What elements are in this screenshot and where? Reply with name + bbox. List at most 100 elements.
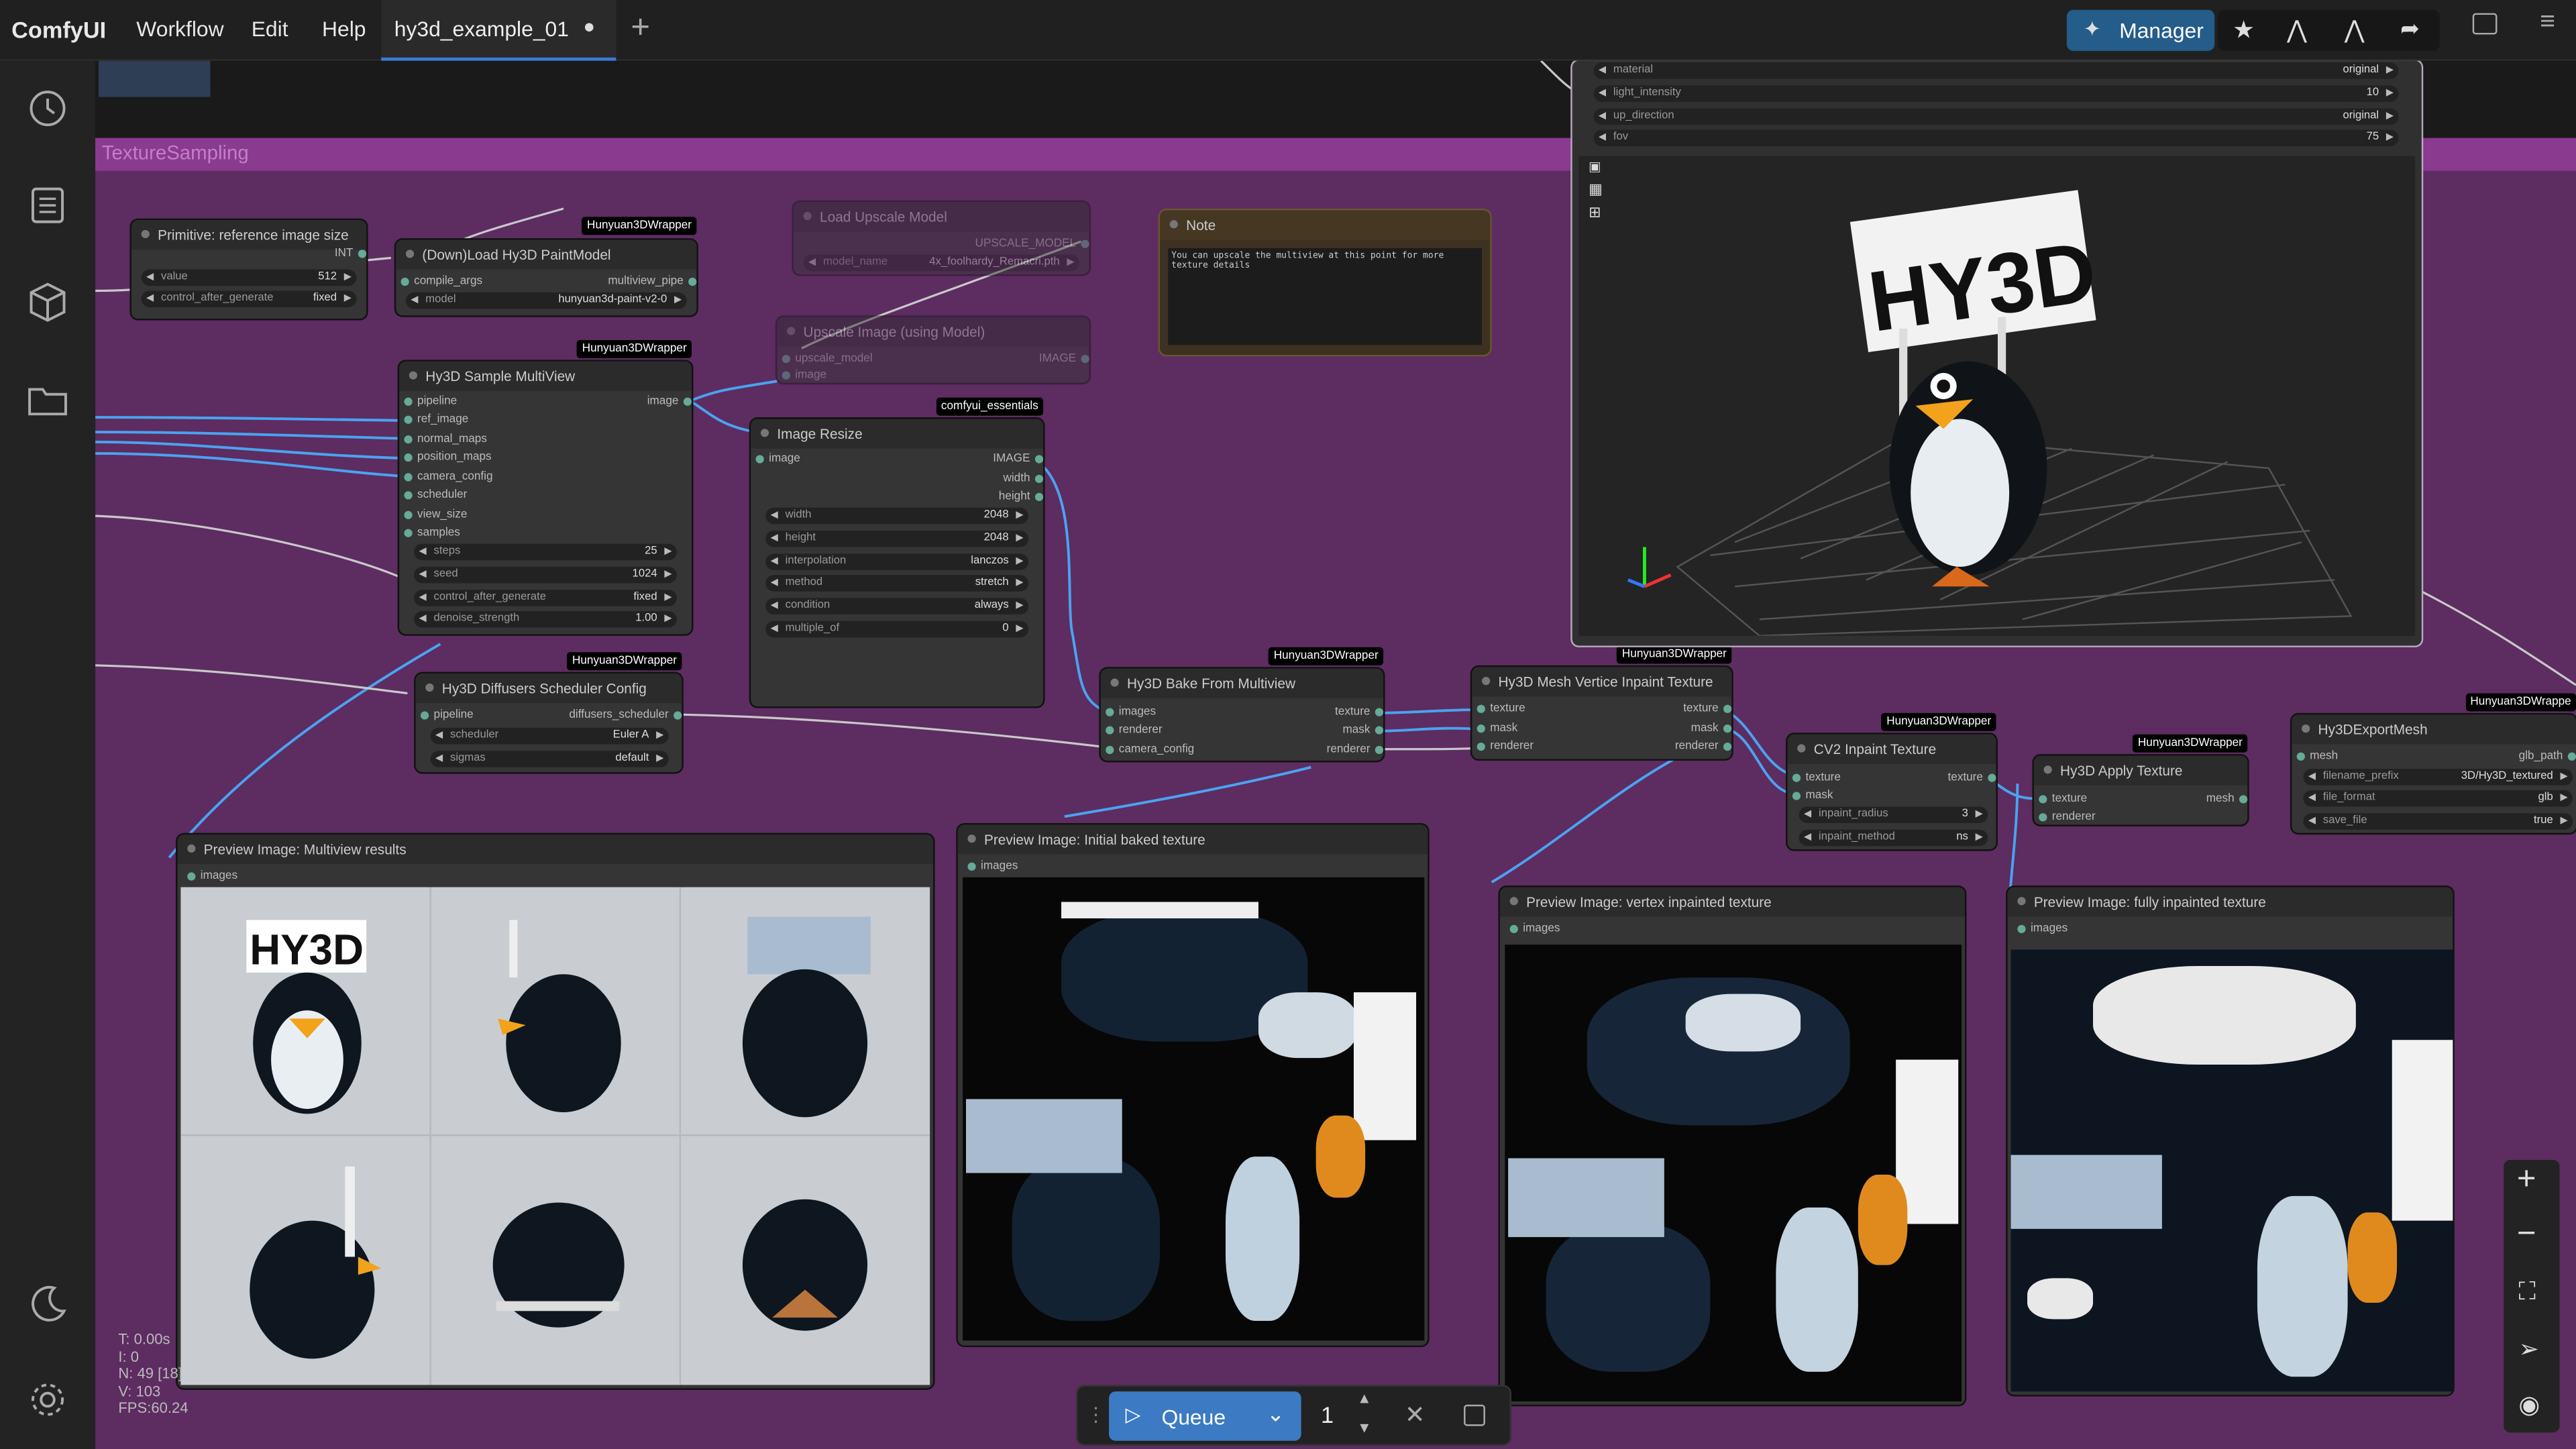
output-width[interactable]: width [1003,470,1044,488]
node-preview-initial-texture[interactable]: Preview Image: Initial baked texture ima… [957,824,1428,1346]
share-icon[interactable]: ➦ [2400,15,2420,43]
input-renderer[interactable]: renderer [1106,721,1163,739]
model2-icon[interactable]: ⋀ [2345,15,2365,44]
output-renderer[interactable]: renderer [1327,741,1385,759]
star-icon[interactable]: ★ [2233,15,2255,44]
output-image[interactable]: IMAGE [1039,350,1089,368]
node-sample-multiview[interactable]: Hunyuan3DWrapper Hy3D Sample MultiView i… [399,339,692,635]
output-texture[interactable]: texture [1683,700,1733,718]
output-int[interactable]: INT [335,245,367,263]
input-images[interactable]: images [187,867,237,885]
close-icon[interactable]: ✕ [1405,1400,1426,1430]
input-mesh[interactable]: mesh [2296,747,2338,765]
menu-help[interactable]: Help [322,16,366,41]
tab-workflow[interactable]: hy3d_example_01 ● [381,0,616,61]
theme-icon[interactable] [23,1278,72,1327]
input-renderer[interactable]: renderer [2039,808,2096,826]
input-camera-config[interactable]: camera_config [1106,741,1194,759]
widget-sigmas[interactable]: sigmasdefault [430,751,669,767]
increment-icon[interactable]: ▲ [1357,1390,1372,1406]
decrement-icon[interactable]: ▼ [1357,1419,1372,1436]
node-cv2-inpaint[interactable]: Hunyuan3DWrapper CV2 Inpaint Texture tex… [1787,712,1997,850]
chevron-down-icon[interactable]: ⌄ [1267,1401,1285,1428]
output-texture[interactable]: texture [1335,703,1385,721]
widget-denoise-strength[interactable]: denoise_strength1.00 [414,611,677,628]
manager-button[interactable]: ✦ Manager [2066,9,2215,51]
output-mask[interactable]: mask [1691,720,1732,738]
widget-light-intensity[interactable]: light_intensity10 [1593,85,2399,102]
widget-interpolation[interactable]: interpolationlanczos [765,553,1029,570]
graph-canvas[interactable]: TextureSampling Primitive: reference ima… [95,60,2576,1449]
model-icon[interactable]: ⋀ [2287,15,2307,44]
widget-method[interactable]: methodstretch [765,575,1029,592]
output-glb-path[interactable]: glb_path [2519,747,2576,765]
input-compile-args[interactable]: compile_args [400,273,482,291]
stop-icon[interactable] [1464,1404,1485,1426]
input-ref-image[interactable]: ref_image [404,411,468,429]
node-preview-fully-inpainted[interactable]: Preview Image: fully inpainted texture i… [2007,887,2453,1395]
unsaved-dot-icon[interactable]: ● [583,15,595,38]
menu-edit[interactable]: Edit [252,16,288,41]
node-load-upscale-model[interactable]: Load Upscale Model UPSCALE_MODEL model_n… [793,202,1090,274]
input-images[interactable]: images [2017,920,2068,938]
output-image[interactable]: IMAGE [993,450,1043,468]
input-pipeline[interactable]: pipeline [404,392,457,411]
widget-width[interactable]: width2048 [765,507,1029,525]
menu-workflow[interactable]: Workflow [136,16,223,41]
input-normal-maps[interactable]: normal_maps [404,431,487,449]
input-view-size[interactable]: view_size [404,506,467,524]
output-upscale-model[interactable]: UPSCALE_MODEL [975,235,1090,253]
input-renderer[interactable]: renderer [1477,738,1534,756]
node-note[interactable]: Note You can upscale the multiview at th… [1159,210,1491,355]
output-texture[interactable]: texture [1948,769,1997,787]
node-apply-texture[interactable]: Hunyuan3DWrapper Hy3D Apply Texture text… [2033,734,2248,826]
fit-view-icon[interactable]: ⛶ [2518,1278,2536,1306]
widget-save-file[interactable]: save_filetrue [2303,813,2573,830]
node-mesh-vertice-inpaint[interactable]: Hunyuan3DWrapper Hy3D Mesh Vertice Inpai… [1472,645,1733,759]
output-renderer[interactable]: renderer [1675,738,1733,756]
widget-value[interactable]: value512 [141,269,357,286]
node-upscale-image[interactable]: Upscale Image (using Model) upscale_mode… [777,317,1089,383]
node-scheduler-config[interactable]: Hunyuan3DWrapper Hy3D Diffusers Schedule… [415,652,682,773]
input-texture[interactable]: texture [1792,769,1841,787]
history-icon[interactable] [23,84,72,133]
toggle-links-icon[interactable]: ◉ [2518,1390,2540,1419]
note-text[interactable]: You can upscale the multiview at this po… [1168,248,1482,345]
zoom-out-icon[interactable]: − [2517,1216,2536,1253]
select-mode-icon[interactable]: ➢ [2518,1334,2539,1364]
widget-control-after-generate[interactable]: control_after_generatefixed [141,290,357,307]
widget-multiple-of[interactable]: multiple_of0 [765,621,1029,638]
node-preview-multiview[interactable]: Preview Image: Multiview results images … [177,835,934,1389]
widget-model[interactable]: modelhunyuan3d-paint-v2-0 [405,292,687,309]
input-samples[interactable]: samples [404,524,460,542]
widget-control-after-generate[interactable]: control_after_generatefixed [414,590,677,606]
input-camera-config[interactable]: camera_config [404,468,493,486]
input-images[interactable]: images [1106,703,1156,721]
settings-icon[interactable] [23,1375,72,1424]
widget-height[interactable]: height2048 [765,531,1029,547]
input-texture[interactable]: texture [2039,790,2087,808]
widget-filename-prefix[interactable]: filename_prefix3D/Hy3D_textured [2303,769,2573,786]
widget-fov[interactable]: fov75 [1593,129,2399,146]
input-image[interactable]: image [755,450,800,468]
widget-seed[interactable]: seed1024 [414,566,677,584]
model-library-icon[interactable] [23,278,72,327]
widget-up-direction[interactable]: up_directionoriginal [1593,108,2399,125]
zoom-in-icon[interactable]: + [2517,1161,2536,1199]
input-position-maps[interactable]: position_maps [404,449,492,467]
output-mesh[interactable]: mesh [2206,790,2248,808]
input-texture[interactable]: texture [1477,700,1525,718]
new-tab-plus-icon[interactable]: + [631,10,650,48]
widget-file-format[interactable]: file_formatglb [2303,790,2573,807]
widget-scheduler[interactable]: schedulerEuler A [430,727,669,745]
drag-handle-icon[interactable]: ⋮ [1086,1403,1106,1426]
queue-button[interactable]: ▷ Queue ⌄ [1109,1391,1301,1441]
output-mask[interactable]: mask [1342,721,1383,739]
input-mask[interactable]: mask [1477,720,1517,738]
node-preview-vertex-inpainted[interactable]: Preview Image: vertex inpainted texture … [1499,887,1966,1405]
node-3d-viewer[interactable]: materialoriginal light_intensity10 up_di… [1572,60,2422,646]
input-images[interactable]: images [1509,920,1560,938]
output-diffusers-scheduler[interactable]: diffusers_scheduler [569,706,682,724]
output-height[interactable]: height [999,488,1044,506]
workflows-icon[interactable] [23,374,72,423]
